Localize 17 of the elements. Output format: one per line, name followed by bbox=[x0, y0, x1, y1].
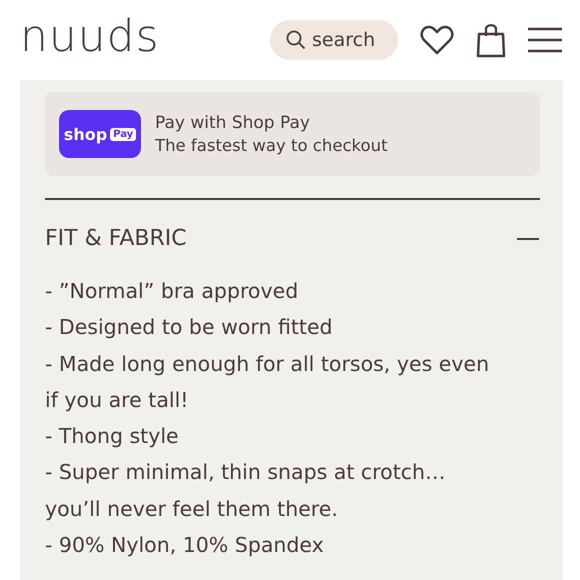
heart-icon[interactable] bbox=[420, 25, 454, 55]
search-icon bbox=[286, 30, 306, 50]
shop-pay-title: Pay with Shop Pay bbox=[155, 113, 311, 133]
description-line: - Made long enough for all torsos, yes even if you are tall! bbox=[45, 350, 490, 414]
section-title: FIT & FABRIC bbox=[45, 226, 187, 251]
menu-icon[interactable] bbox=[528, 27, 562, 53]
description-line: - Thong style bbox=[45, 423, 180, 450]
shop-pay-logo: shop Pay bbox=[59, 110, 141, 158]
description-line: - ”Normal” bra approved bbox=[45, 278, 300, 305]
description-line: - Super minimal, thin snaps at crotch… you’ll never feel them there. bbox=[45, 459, 446, 523]
shop-pay-subtitle: The fastest way to checkout bbox=[155, 136, 388, 155]
shop-pay-banner[interactable]: shop Pay Pay with Shop Pay The fastest way to checkout bbox=[45, 92, 540, 176]
description-line: - Designed to be worn fitted bbox=[45, 314, 334, 342]
description-line: - 90% Nylon, 10% Spandex bbox=[45, 532, 325, 560]
search-field[interactable]: search bbox=[270, 20, 398, 60]
shopping-bag-icon[interactable] bbox=[476, 22, 506, 58]
logo[interactable]: nuuds bbox=[20, 10, 160, 62]
